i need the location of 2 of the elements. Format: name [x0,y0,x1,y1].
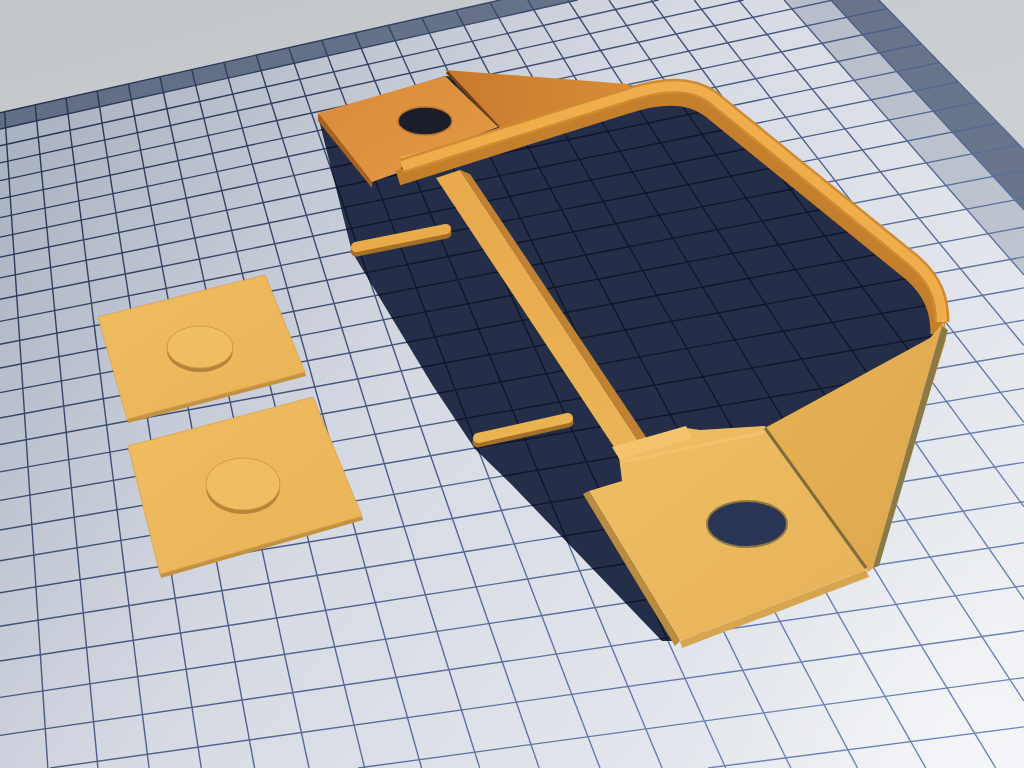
hole [397,106,453,136]
round-boss [166,325,234,372]
